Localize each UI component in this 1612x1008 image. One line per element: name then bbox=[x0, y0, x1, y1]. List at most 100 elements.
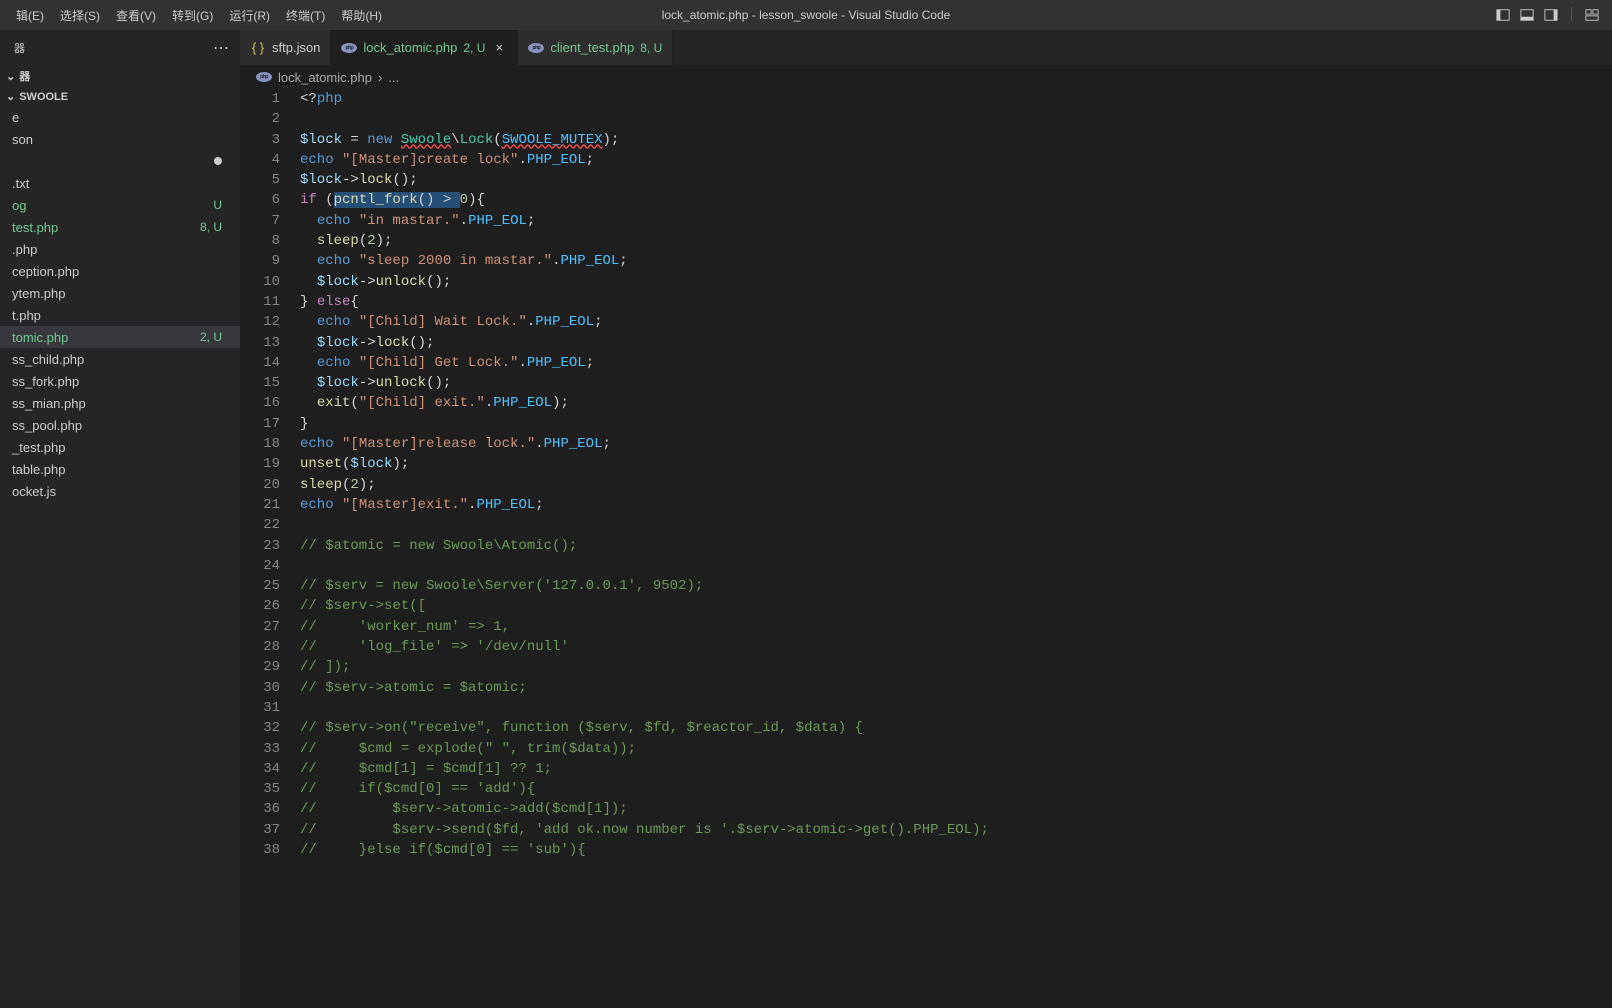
file-item[interactable]: _test.php bbox=[0, 436, 240, 458]
file-item[interactable]: ocket.js bbox=[0, 480, 240, 502]
menu-item[interactable]: 运行(R) bbox=[221, 3, 278, 28]
menu-item[interactable]: 终端(T) bbox=[278, 3, 333, 28]
code-line[interactable]: sleep(2); bbox=[300, 475, 1612, 495]
file-badge: U bbox=[213, 198, 222, 212]
customize-layout-icon[interactable] bbox=[1584, 7, 1600, 23]
line-number: 13 bbox=[240, 333, 280, 353]
code-line[interactable]: echo "sleep 2000 in mastar.".PHP_EOL; bbox=[300, 251, 1612, 271]
menu-item[interactable]: 辑(E) bbox=[8, 3, 52, 28]
panel-right-icon[interactable] bbox=[1543, 7, 1559, 23]
file-item[interactable]: son bbox=[0, 128, 240, 150]
tab[interactable]: phplock_atomic.php2, U× bbox=[331, 30, 518, 65]
file-item[interactable]: tomic.php2, U bbox=[0, 326, 240, 348]
file-item[interactable]: e bbox=[0, 106, 240, 128]
code-line[interactable]: // if($cmd[0] == 'add'){ bbox=[300, 779, 1612, 799]
menu-item[interactable]: 转到(G) bbox=[164, 3, 221, 28]
code-line[interactable]: } bbox=[300, 414, 1612, 434]
code-line[interactable]: echo "in mastar.".PHP_EOL; bbox=[300, 211, 1612, 231]
file-item[interactable]: table.php bbox=[0, 458, 240, 480]
line-number: 17 bbox=[240, 414, 280, 434]
file-item[interactable]: .php bbox=[0, 238, 240, 260]
file-item[interactable] bbox=[0, 150, 240, 172]
line-number: 1 bbox=[240, 89, 280, 109]
code-line[interactable]: // }else if($cmd[0] == 'sub'){ bbox=[300, 840, 1612, 860]
line-number: 25 bbox=[240, 576, 280, 596]
code-line[interactable]: // 'log_file' => '/dev/null' bbox=[300, 637, 1612, 657]
code-line[interactable]: $lock->unlock(); bbox=[300, 373, 1612, 393]
chevron-down-icon: ⌄ bbox=[6, 70, 15, 83]
line-number: 21 bbox=[240, 495, 280, 515]
code-line[interactable]: echo "[Child] Get Lock.".PHP_EOL; bbox=[300, 353, 1612, 373]
code-editor[interactable]: 1234567891011121314151617181920212223242… bbox=[240, 89, 1612, 1008]
code-line[interactable]: echo "[Master]create lock".PHP_EOL; bbox=[300, 150, 1612, 170]
file-item[interactable]: ss_pool.php bbox=[0, 414, 240, 436]
code-line[interactable]: echo "[Child] Wait Lock.".PHP_EOL; bbox=[300, 312, 1612, 332]
code-line[interactable]: $lock->lock(); bbox=[300, 170, 1612, 190]
code-line[interactable]: echo "[Master]exit.".PHP_EOL; bbox=[300, 495, 1612, 515]
code-line[interactable]: echo "[Master]release lock.".PHP_EOL; bbox=[300, 434, 1612, 454]
file-name: ytem.php bbox=[12, 286, 65, 301]
line-number: 14 bbox=[240, 353, 280, 373]
file-item[interactable]: ss_fork.php bbox=[0, 370, 240, 392]
sidebar-header: 器 ⋯ bbox=[0, 30, 240, 65]
code-line[interactable]: sleep(2); bbox=[300, 231, 1612, 251]
file-badge: 8, U bbox=[200, 220, 222, 234]
code-line[interactable]: $lock->lock(); bbox=[300, 333, 1612, 353]
file-item[interactable]: ss_child.php bbox=[0, 348, 240, 370]
tab[interactable]: { }sftp.json bbox=[240, 30, 331, 65]
line-number: 7 bbox=[240, 211, 280, 231]
file-item[interactable]: ytem.php bbox=[0, 282, 240, 304]
file-item[interactable]: ception.php bbox=[0, 260, 240, 282]
code-line[interactable]: // ]); bbox=[300, 657, 1612, 677]
code-line[interactable]: unset($lock); bbox=[300, 454, 1612, 474]
file-name: t.php bbox=[12, 308, 41, 323]
section-open-editors[interactable]: ⌄ 器 bbox=[0, 65, 240, 87]
code-line[interactable]: exit("[Child] exit.".PHP_EOL); bbox=[300, 393, 1612, 413]
code-line[interactable] bbox=[300, 109, 1612, 129]
code-line[interactable] bbox=[300, 698, 1612, 718]
menu-item[interactable]: 帮助(H) bbox=[333, 3, 390, 28]
section-project[interactable]: ⌄ SWOOLE bbox=[0, 87, 240, 106]
close-icon[interactable]: × bbox=[491, 40, 507, 55]
code-line[interactable]: $lock->unlock(); bbox=[300, 272, 1612, 292]
code-line[interactable]: // $serv->atomic->add($cmd[1]); bbox=[300, 799, 1612, 819]
code-line[interactable]: // $serv->atomic = $atomic; bbox=[300, 678, 1612, 698]
code-line[interactable]: if (pcntl_fork() > 0){ bbox=[300, 190, 1612, 210]
code-line[interactable]: // $atomic = new Swoole\Atomic(); bbox=[300, 536, 1612, 556]
file-item[interactable]: ss_mian.php bbox=[0, 392, 240, 414]
file-item[interactable]: test.php8, U bbox=[0, 216, 240, 238]
panel-bottom-icon[interactable] bbox=[1519, 7, 1535, 23]
code-line[interactable]: $lock = new Swoole\Lock(SWOOLE_MUTEX); bbox=[300, 130, 1612, 150]
code-line[interactable]: <?php bbox=[300, 89, 1612, 109]
title-bar: 辑(E)选择(S)查看(V)转到(G)运行(R)终端(T)帮助(H) lock_… bbox=[0, 0, 1612, 30]
gutter: 1234567891011121314151617181920212223242… bbox=[240, 89, 300, 1008]
panel-left-icon[interactable] bbox=[1495, 7, 1511, 23]
breadcrumb[interactable]: php lock_atomic.php › ... bbox=[240, 65, 1612, 89]
sidebar: 器 ⋯ ⌄ 器 ⌄ SWOOLE eson .txt og Utest.php8, U… bbox=[0, 30, 240, 1008]
file-name: og bbox=[12, 198, 26, 213]
code-line[interactable]: // $serv = new Swoole\Server('127.0.0.1'… bbox=[300, 576, 1612, 596]
code-line[interactable] bbox=[300, 515, 1612, 535]
code-line[interactable]: // $cmd = explode(" ", trim($data)); bbox=[300, 739, 1612, 759]
code-line[interactable]: // $serv->set([ bbox=[300, 596, 1612, 616]
project-label: SWOOLE bbox=[19, 91, 68, 103]
line-number: 26 bbox=[240, 596, 280, 616]
code-line[interactable]: // $cmd[1] = $cmd[1] ?? 1; bbox=[300, 759, 1612, 779]
code-line[interactable]: // $serv->on("receive", function ($serv,… bbox=[300, 718, 1612, 738]
tab[interactable]: phpclient_test.php8, U bbox=[518, 30, 673, 65]
code-line[interactable]: // $serv->send($fd, 'add ok.now number i… bbox=[300, 820, 1612, 840]
menu-item[interactable]: 选择(S) bbox=[52, 3, 108, 28]
line-number: 16 bbox=[240, 393, 280, 413]
menu-item[interactable]: 查看(V) bbox=[108, 3, 164, 28]
tab-name: sftp.json bbox=[272, 40, 320, 55]
file-item[interactable]: t.php bbox=[0, 304, 240, 326]
file-item[interactable]: .txt bbox=[0, 172, 240, 194]
code-line[interactable]: } else{ bbox=[300, 292, 1612, 312]
more-icon[interactable]: ⋯ bbox=[213, 38, 230, 58]
tab-name: client_test.php bbox=[550, 40, 634, 55]
code-line[interactable] bbox=[300, 556, 1612, 576]
code-line[interactable]: // 'worker_num' => 1, bbox=[300, 617, 1612, 637]
tab-name: lock_atomic.php bbox=[363, 40, 457, 55]
code-content[interactable]: <?php $lock = new Swoole\Lock(SWOOLE_MUT… bbox=[300, 89, 1612, 1008]
file-item[interactable]: og U bbox=[0, 194, 240, 216]
